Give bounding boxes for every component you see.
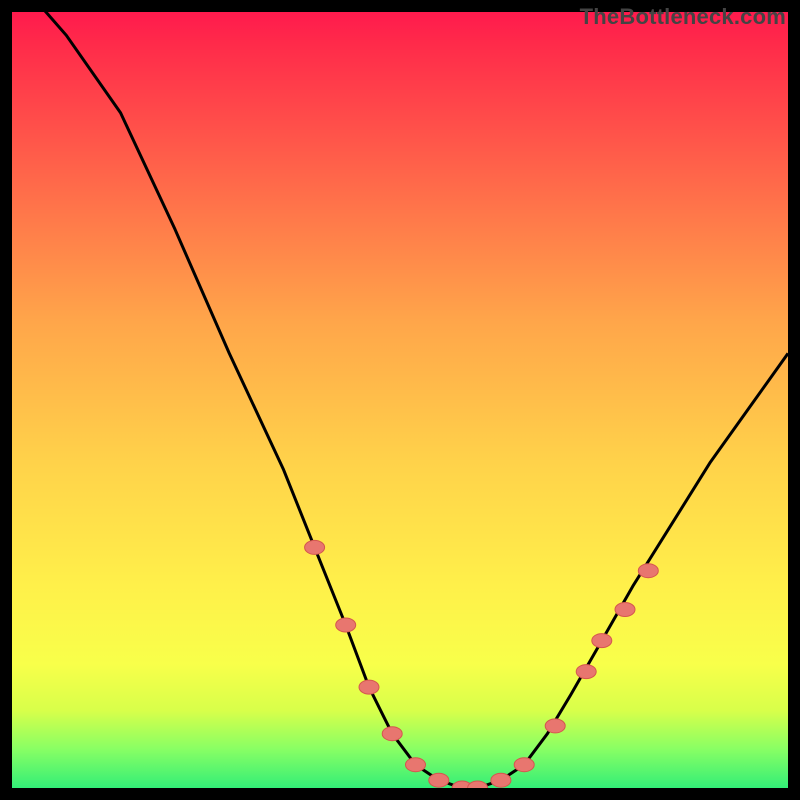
data-marker (429, 773, 449, 787)
data-marker (468, 781, 488, 788)
curve-layer (12, 12, 788, 788)
data-marker (615, 603, 635, 617)
data-marker (359, 680, 379, 694)
data-marker (514, 758, 534, 772)
bottleneck-curve (12, 12, 788, 788)
data-marker (305, 540, 325, 554)
data-marker (491, 773, 511, 787)
chart-plot-area: TheBottleneck.com (12, 12, 788, 788)
data-marker (382, 727, 402, 741)
data-marker (592, 634, 612, 648)
data-marker (545, 719, 565, 733)
marker-layer (305, 540, 659, 788)
chart-stage: TheBottleneck.com (0, 0, 800, 800)
data-marker (406, 758, 426, 772)
chart-svg (12, 12, 788, 788)
data-marker (576, 665, 596, 679)
data-marker (336, 618, 356, 632)
data-marker (638, 564, 658, 578)
